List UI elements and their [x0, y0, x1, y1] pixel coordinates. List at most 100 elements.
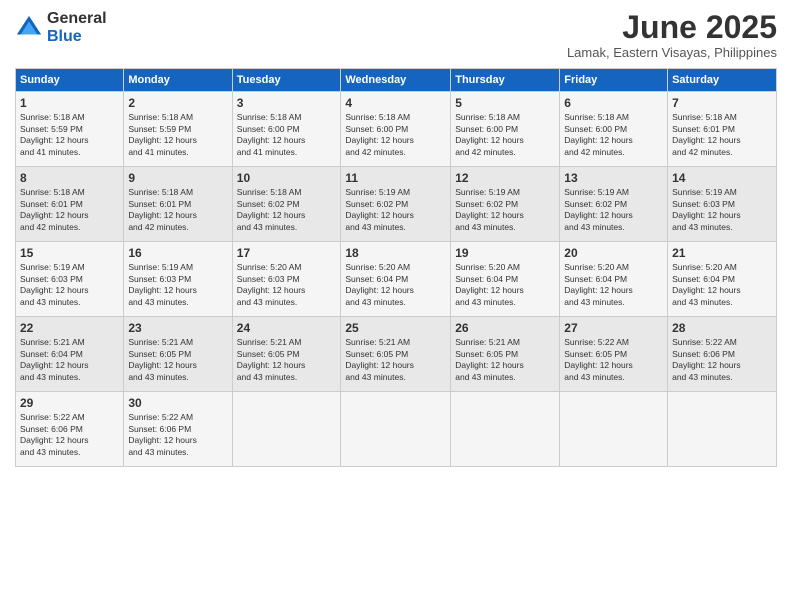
day-info: Sunrise: 5:20 AMSunset: 6:03 PMDaylight:…	[237, 262, 337, 308]
day-number: 29	[20, 396, 119, 410]
table-row: 29 Sunrise: 5:22 AMSunset: 6:06 PMDayligh…	[16, 392, 124, 467]
day-info: Sunrise: 5:18 AMSunset: 6:01 PMDaylight:…	[672, 112, 772, 158]
day-info: Sunrise: 5:18 AMSunset: 6:00 PMDaylight:…	[345, 112, 446, 158]
table-row: 6Sunrise: 5:18 AMSunset: 6:00 PMDaylight…	[560, 92, 668, 167]
header: General Blue June 2025 Lamak, Eastern Vi…	[15, 10, 777, 60]
header-monday: Monday	[124, 69, 232, 92]
day-number: 11	[345, 171, 446, 185]
table-row: 14Sunrise: 5:19 AMSunset: 6:03 PMDayligh…	[668, 167, 777, 242]
day-info: Sunrise: 5:19 AMSunset: 6:02 PMDaylight:…	[564, 187, 663, 233]
day-info: Sunrise: 5:19 AMSunset: 6:02 PMDaylight:…	[345, 187, 446, 233]
day-info: Sunrise: 5:22 AMSunset: 6:06 PMDaylight:…	[20, 412, 119, 458]
day-number: 5	[455, 96, 555, 110]
day-info: Sunrise: 5:18 AMSunset: 6:00 PMDaylight:…	[564, 112, 663, 158]
table-row: 22 Sunrise: 5:21 AMSunset: 6:04 PMDayligh…	[16, 317, 124, 392]
table-row: 28 Sunrise: 5:22 AMSunset: 6:06 PMDayligh…	[668, 317, 777, 392]
calendar-week-row: 29 Sunrise: 5:22 AMSunset: 6:06 PMDayligh…	[16, 392, 777, 467]
table-row: 11 Sunrise: 5:19 AMSunset: 6:02 PMDayligh…	[341, 167, 451, 242]
table-row: 17 Sunrise: 5:20 AMSunset: 6:03 PMDayligh…	[232, 242, 341, 317]
day-info: Sunrise: 5:18 AMSunset: 6:02 PMDaylight:…	[237, 187, 337, 233]
day-number: 12	[455, 171, 555, 185]
day-number: 2	[128, 96, 227, 110]
table-row: 13Sunrise: 5:19 AMSunset: 6:02 PMDayligh…	[560, 167, 668, 242]
day-number: 1	[20, 96, 119, 110]
day-info: Sunrise: 5:22 AMSunset: 6:06 PMDaylight:…	[128, 412, 227, 458]
day-number: 22	[20, 321, 119, 335]
table-row: 27 Sunrise: 5:22 AMSunset: 6:05 PMDayligh…	[560, 317, 668, 392]
calendar-week-row: 15 Sunrise: 5:19 AMSunset: 6:03 PMDayligh…	[16, 242, 777, 317]
day-number: 27	[564, 321, 663, 335]
table-row	[668, 392, 777, 467]
day-number: 9	[128, 171, 227, 185]
table-row: 9 Sunrise: 5:18 AMSunset: 6:01 PMDaylight…	[124, 167, 232, 242]
day-number: 18	[345, 246, 446, 260]
table-row: 26Sunrise: 5:21 AMSunset: 6:05 PMDayligh…	[451, 317, 560, 392]
day-info: Sunrise: 5:18 AMSunset: 6:01 PMDaylight:…	[128, 187, 227, 233]
day-info: Sunrise: 5:20 AMSunset: 6:04 PMDaylight:…	[564, 262, 663, 308]
day-info: Sunrise: 5:20 AMSunset: 6:04 PMDaylight:…	[345, 262, 446, 308]
header-row: Sunday Monday Tuesday Wednesday Thursday…	[16, 69, 777, 92]
day-info: Sunrise: 5:18 AMSunset: 6:01 PMDaylight:…	[20, 187, 119, 233]
calendar-week-row: 1 Sunrise: 5:18 AMSunset: 5:59 PMDaylight…	[16, 92, 777, 167]
day-info: Sunrise: 5:18 AMSunset: 6:00 PMDaylight:…	[237, 112, 337, 158]
day-info: Sunrise: 5:22 AMSunset: 6:05 PMDaylight:…	[564, 337, 663, 383]
table-row	[341, 392, 451, 467]
day-info: Sunrise: 5:18 AMSunset: 5:59 PMDaylight:…	[20, 112, 119, 158]
day-number: 8	[20, 171, 119, 185]
logo: General Blue	[15, 10, 107, 45]
header-sunday: Sunday	[16, 69, 124, 92]
day-number: 20	[564, 246, 663, 260]
table-row: 30Sunrise: 5:22 AMSunset: 6:06 PMDayligh…	[124, 392, 232, 467]
logo-blue: Blue	[47, 28, 107, 46]
header-tuesday: Tuesday	[232, 69, 341, 92]
day-info: Sunrise: 5:19 AMSunset: 6:03 PMDaylight:…	[128, 262, 227, 308]
day-info: Sunrise: 5:18 AMSunset: 5:59 PMDaylight:…	[128, 112, 227, 158]
day-number: 17	[237, 246, 337, 260]
header-friday: Friday	[560, 69, 668, 92]
table-row: 23 Sunrise: 5:21 AMSunset: 6:05 PMDayligh…	[124, 317, 232, 392]
table-row: 10Sunrise: 5:18 AMSunset: 6:02 PMDayligh…	[232, 167, 341, 242]
subtitle: Lamak, Eastern Visayas, Philippines	[567, 45, 777, 60]
day-number: 7	[672, 96, 772, 110]
table-row: 15 Sunrise: 5:19 AMSunset: 6:03 PMDayligh…	[16, 242, 124, 317]
day-number: 23	[128, 321, 227, 335]
day-number: 25	[345, 321, 446, 335]
page: General Blue June 2025 Lamak, Eastern Vi…	[0, 0, 792, 612]
calendar-week-row: 22 Sunrise: 5:21 AMSunset: 6:04 PMDayligh…	[16, 317, 777, 392]
day-info: Sunrise: 5:21 AMSunset: 6:04 PMDaylight:…	[20, 337, 119, 383]
day-info: Sunrise: 5:19 AMSunset: 6:03 PMDaylight:…	[20, 262, 119, 308]
table-row: 20 Sunrise: 5:20 AMSunset: 6:04 PMDayligh…	[560, 242, 668, 317]
day-number: 15	[20, 246, 119, 260]
day-number: 14	[672, 171, 772, 185]
day-number: 21	[672, 246, 772, 260]
day-info: Sunrise: 5:19 AMSunset: 6:02 PMDaylight:…	[455, 187, 555, 233]
calendar-table: Sunday Monday Tuesday Wednesday Thursday…	[15, 68, 777, 467]
table-row: 16Sunrise: 5:19 AMSunset: 6:03 PMDayligh…	[124, 242, 232, 317]
day-info: Sunrise: 5:20 AMSunset: 6:04 PMDaylight:…	[455, 262, 555, 308]
table-row: 24 Sunrise: 5:21 AMSunset: 6:05 PMDayligh…	[232, 317, 341, 392]
table-row: 12 Sunrise: 5:19 AMSunset: 6:02 PMDayligh…	[451, 167, 560, 242]
calendar-week-row: 8 Sunrise: 5:18 AMSunset: 6:01 PMDaylight…	[16, 167, 777, 242]
logo-icon	[15, 14, 43, 42]
table-row: 1 Sunrise: 5:18 AMSunset: 5:59 PMDaylight…	[16, 92, 124, 167]
table-row	[451, 392, 560, 467]
table-row	[232, 392, 341, 467]
table-row: 3 Sunrise: 5:18 AMSunset: 6:00 PMDaylight…	[232, 92, 341, 167]
day-number: 24	[237, 321, 337, 335]
day-info: Sunrise: 5:21 AMSunset: 6:05 PMDaylight:…	[345, 337, 446, 383]
table-row: 4 Sunrise: 5:18 AMSunset: 6:00 PMDaylight…	[341, 92, 451, 167]
table-row: 19 Sunrise: 5:20 AMSunset: 6:04 PMDayligh…	[451, 242, 560, 317]
day-number: 28	[672, 321, 772, 335]
day-info: Sunrise: 5:21 AMSunset: 6:05 PMDaylight:…	[128, 337, 227, 383]
logo-general: General	[47, 10, 107, 28]
day-info: Sunrise: 5:21 AMSunset: 6:05 PMDaylight:…	[237, 337, 337, 383]
table-row: 7 Sunrise: 5:18 AMSunset: 6:01 PMDaylight…	[668, 92, 777, 167]
day-number: 3	[237, 96, 337, 110]
day-number: 19	[455, 246, 555, 260]
day-number: 4	[345, 96, 446, 110]
main-title: June 2025	[567, 10, 777, 45]
table-row: 18 Sunrise: 5:20 AMSunset: 6:04 PMDayligh…	[341, 242, 451, 317]
day-info: Sunrise: 5:22 AMSunset: 6:06 PMDaylight:…	[672, 337, 772, 383]
table-row: 2 Sunrise: 5:18 AMSunset: 5:59 PMDaylight…	[124, 92, 232, 167]
table-row: 25 Sunrise: 5:21 AMSunset: 6:05 PMDayligh…	[341, 317, 451, 392]
